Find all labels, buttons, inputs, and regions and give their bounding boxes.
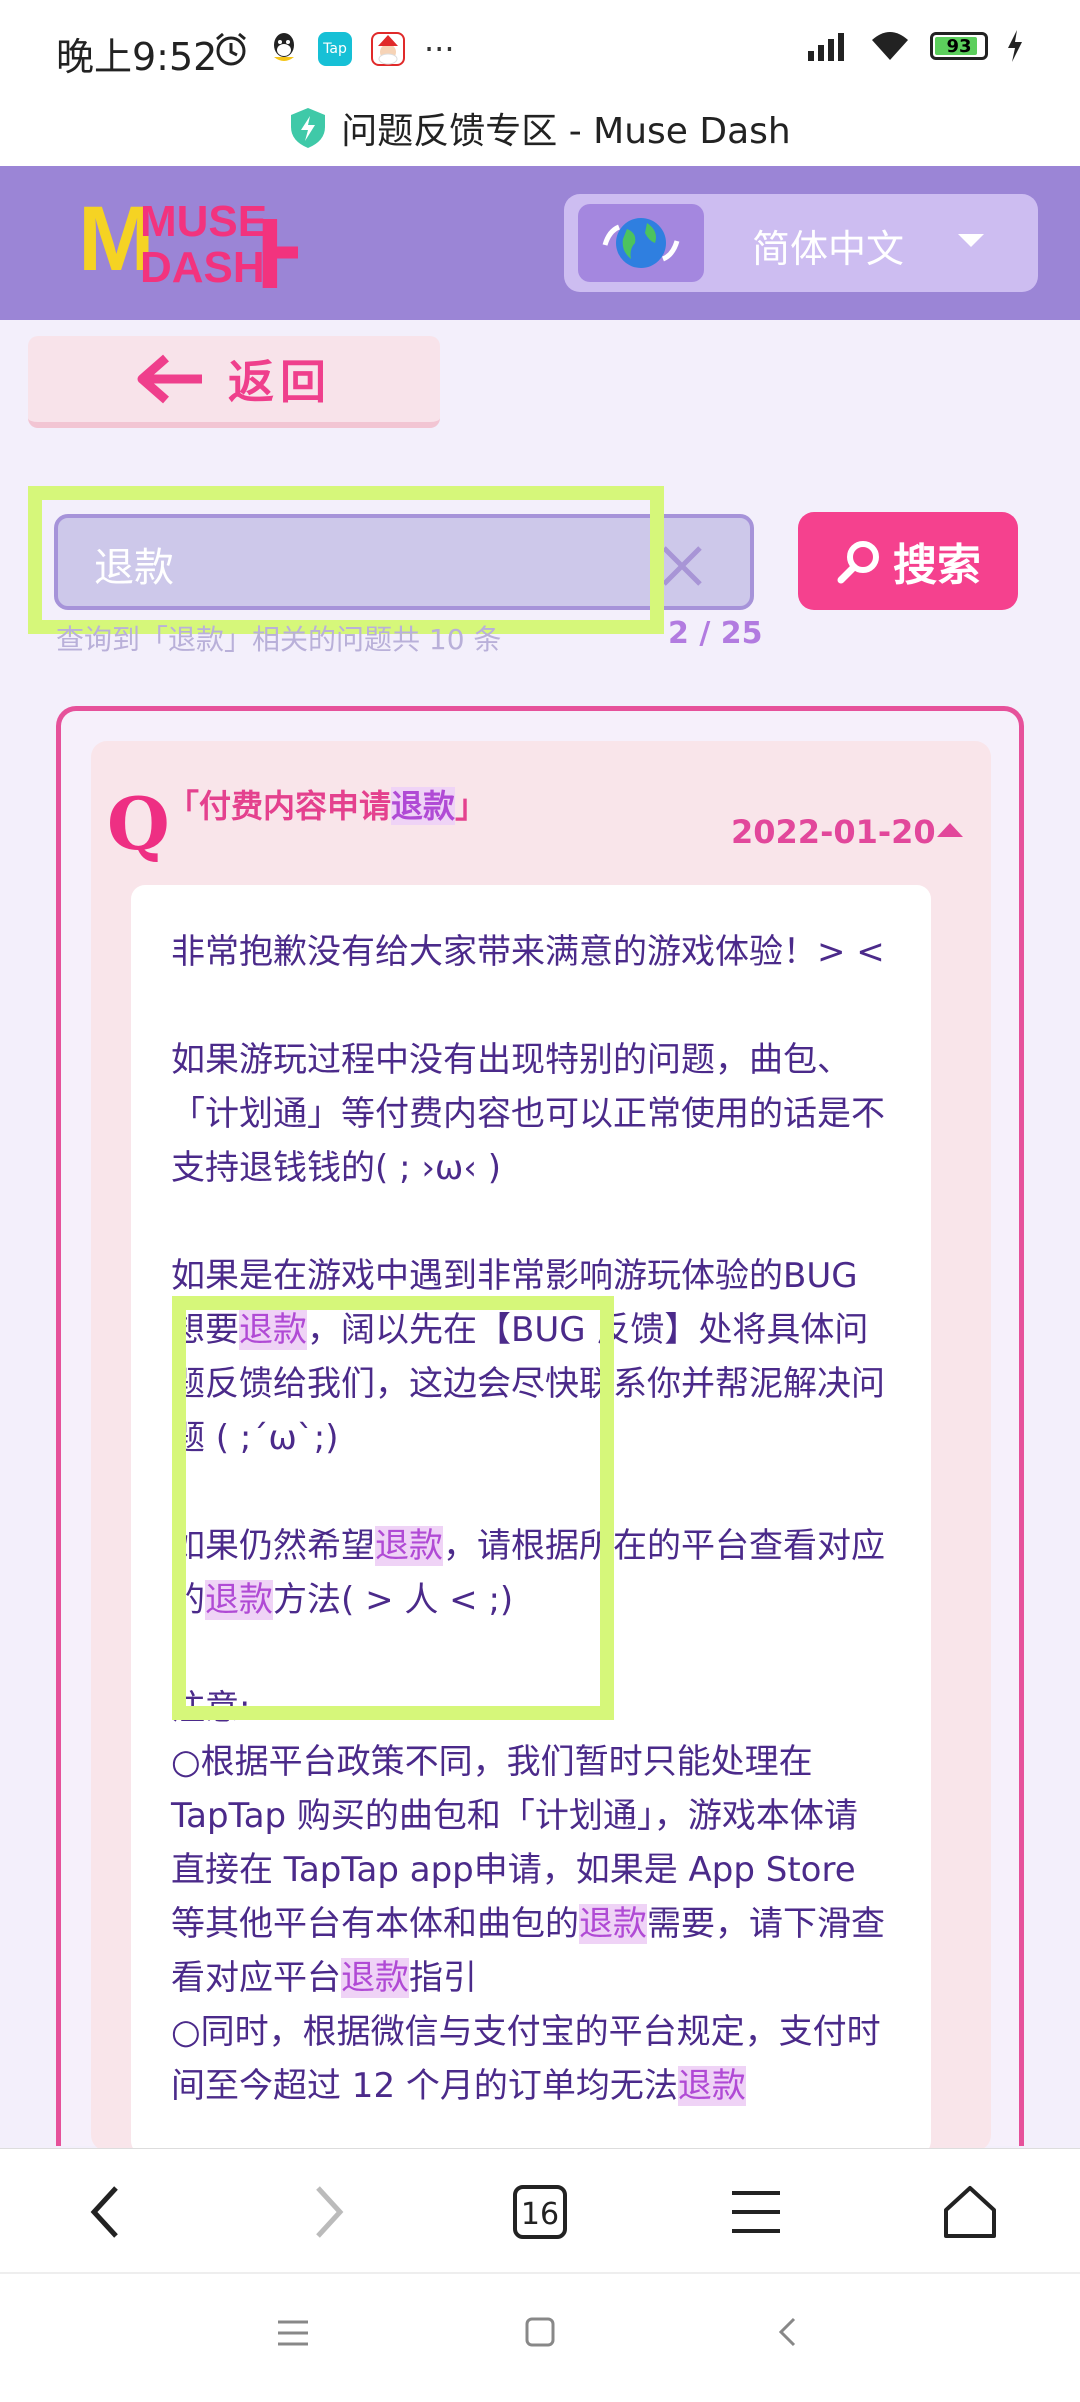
more-notifications: ···: [424, 30, 455, 68]
collapse-caret-icon[interactable]: [937, 823, 963, 837]
signal-icon: [808, 33, 844, 61]
q-icon: Q: [107, 781, 170, 866]
shield-icon: [291, 108, 326, 148]
browser-bottom-nav: 16: [0, 2148, 1080, 2273]
recents-icon[interactable]: [276, 2318, 310, 2348]
keyword-highlight: 退款: [341, 1958, 409, 1998]
back-arrow-icon: [137, 354, 202, 404]
search-field[interactable]: [54, 514, 754, 610]
tabs-icon: 16: [513, 2185, 567, 2239]
status-notification-icons: Tap ···: [212, 30, 455, 68]
note-label: 注意:: [171, 1688, 251, 1728]
taptap-icon: Tap: [318, 32, 352, 66]
note-item: ○根据平台政策不同，我们暂时只能处理在 TapTap 购买的曲包和「计划通」，游…: [171, 1742, 885, 1998]
clear-icon[interactable]: [654, 538, 710, 594]
page-indicator: 2 / 25: [668, 616, 763, 651]
battery-indicator: 93: [930, 32, 988, 60]
faq-item[interactable]: Q 「付费内容申请退款」 2022-01-20 非常抱歉没有给大家带来满意的游戏…: [91, 741, 991, 2155]
alarm-icon: [216, 32, 246, 66]
answer-paragraph: 如果游玩过程中没有出现特别的问题，曲包、「计划通」等付费内容也可以正常使用的话是…: [171, 1040, 885, 1188]
muse-dash-logo[interactable]: M H MUSE DASH: [78, 192, 298, 292]
site-header: M H MUSE DASH 简体中文: [0, 166, 1080, 320]
dropdown-caret-icon: [958, 234, 984, 247]
question-title: 「付费内容申请退款」: [167, 787, 488, 825]
svg-text:MUSE: MUSE: [140, 197, 267, 246]
svg-text:DASH: DASH: [140, 243, 265, 292]
page-title: 问题反馈专区 - Muse Dash: [341, 111, 791, 152]
language-label: 简体中文: [752, 227, 905, 271]
answer-paragraph: 非常抱歉没有给大家带来满意的游戏体验！> <: [171, 932, 885, 972]
nav-back-button[interactable]: [66, 2177, 146, 2247]
qq-icon: [274, 33, 294, 61]
system-back-icon[interactable]: [776, 2316, 800, 2348]
answer-text: 非常抱歉没有给大家带来满意的游戏体验！> < 如果游玩过程中没有出现特别的问题，…: [171, 925, 891, 2113]
status-system-icons: 93: [808, 30, 1024, 62]
charging-icon: [1008, 30, 1022, 62]
keyword-highlight: 退款: [205, 1580, 273, 1620]
santa-icon: [371, 32, 405, 66]
menu-button[interactable]: [716, 2177, 796, 2247]
keyword-highlight: 退款: [375, 1526, 443, 1566]
keyword-highlight: 退款: [677, 2066, 746, 2106]
svg-text:16: 16: [521, 2197, 559, 2232]
keyword-highlight: 退款: [391, 787, 456, 825]
nav-forward-button[interactable]: [288, 2177, 368, 2247]
search-result-info: 查询到「退款」相关的问题共 10 条: [56, 623, 502, 656]
search-button-label: 搜索: [893, 540, 981, 591]
status-bar: 晚上9:52 Tap ··· 93: [0, 0, 1080, 90]
nav-forward-icon: [316, 2186, 344, 2238]
search-input[interactable]: [92, 536, 656, 592]
tabs-button[interactable]: 16: [500, 2177, 580, 2247]
question-date: 2022-01-20: [731, 813, 936, 851]
browser-title-bar[interactable]: 问题反馈专区 - Muse Dash: [0, 90, 1080, 166]
home-icon: [944, 2186, 996, 2238]
keyword-highlight: 退款: [239, 1310, 307, 1350]
language-selector[interactable]: 简体中文: [564, 194, 1038, 292]
nav-back-icon: [90, 2186, 118, 2238]
search-icon: [837, 541, 879, 584]
home-button[interactable]: [930, 2177, 1010, 2247]
answer-paragraph: 如果仍然希望退款，请根据所在的平台查看对应的退款方法( > 人 < ;): [171, 1526, 885, 1620]
keyword-highlight: 退款: [579, 1904, 647, 1944]
wifi-icon: [872, 32, 908, 60]
note-block: 注意: ○根据平台政策不同，我们暂时只能处理在 TapTap 购买的曲包和「计划…: [171, 1681, 891, 2113]
globe-icon: [578, 204, 704, 282]
answer-panel: 非常抱歉没有给大家带来满意的游戏体验！> < 如果游玩过程中没有出现特别的问题，…: [131, 885, 931, 2155]
status-time: 晚上9:52: [56, 35, 218, 79]
search-button[interactable]: 搜索: [798, 512, 1018, 610]
back-button[interactable]: 返回: [28, 336, 440, 428]
answer-paragraph: 如果是在游戏中遇到非常影响游玩体验的BUG 想要退款，阔以先在【BUG 反馈】处…: [171, 1256, 885, 1458]
home-square-icon[interactable]: [524, 2316, 556, 2348]
back-button-label: 返回: [228, 355, 332, 409]
note-item: ○同时，根据微信与支付宝的平台规定，支付时间至今超过 12 个月的订单均无法退款: [171, 2012, 881, 2106]
faq-card: Q 「付费内容申请退款」 2022-01-20 非常抱歉没有给大家带来满意的游戏…: [56, 706, 1024, 2155]
system-nav-bar: [0, 2272, 1080, 2402]
menu-icon: [732, 2191, 780, 2233]
